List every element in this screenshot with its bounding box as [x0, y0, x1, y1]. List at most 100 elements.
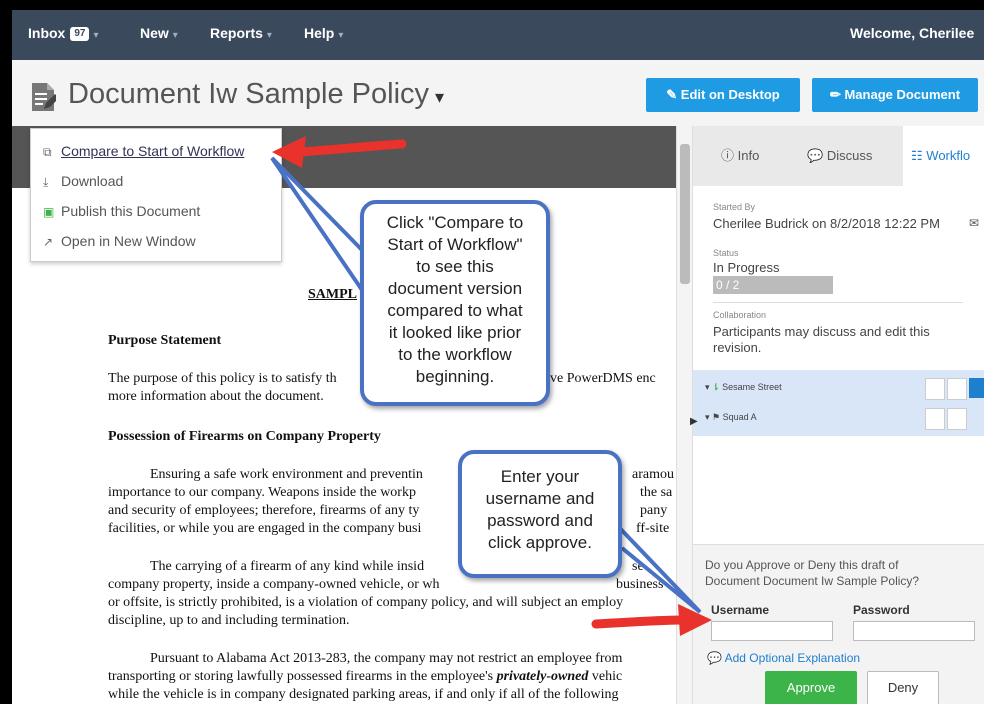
started-by-value: Cherilee Budrick on 8/2/2018 12:22 PM [713, 216, 940, 231]
tree-row-label: Sesame Street [722, 382, 782, 392]
add-explanation-link[interactable]: 💬 Add Optional Explanation [707, 651, 860, 665]
tree-row-sesame-street[interactable]: ▾ ⇂ Sesame Street [705, 382, 782, 393]
callout-line: to the workflow [398, 345, 512, 364]
doc-line: or offsite, is strictly prohibited, is a… [108, 595, 624, 610]
menu-download[interactable]: ⤓ Download [43, 173, 123, 190]
menu-publish[interactable]: ▣ Publish this Document [43, 203, 200, 219]
approver-slot[interactable] [925, 378, 945, 400]
doc-line: facilities, or while you are engaged in … [108, 521, 422, 536]
edit-icon: ✎ [666, 87, 678, 102]
collaboration-label: Collaboration [713, 310, 767, 320]
status-label: Status [713, 248, 739, 258]
doc-line: more information about the document. [108, 389, 324, 404]
workflow-icon: ☷ [911, 148, 923, 163]
document-viewer: ⧉ Compare to Start of Workflow ⤓ Download … [12, 126, 676, 704]
approver-slot-active[interactable] [969, 378, 984, 398]
external-link-icon: ↗ [43, 235, 54, 249]
chevron-down-icon: ▾ [338, 30, 344, 41]
edit-on-desktop-button[interactable]: ✎ Edit on Desktop [646, 78, 800, 112]
tab-info-label: Info [737, 148, 760, 163]
nav-new[interactable]: New ▾ [140, 10, 178, 60]
doc-line: company property, inside a company-owned… [108, 577, 440, 592]
callout-line: Click "Compare to [386, 213, 524, 232]
doc-line: sed [632, 559, 651, 574]
compare-icon: ⧉ [43, 145, 52, 159]
approver-slot[interactable] [925, 408, 945, 430]
doc-line: ve PowerDMS enc [550, 371, 656, 386]
callout-line: compared to what [387, 301, 523, 320]
caret-down-icon: ▾ [435, 87, 445, 107]
tree-row-squad-a[interactable]: ▾ ⚑ Squad A [705, 412, 757, 423]
document-header: Document Iw Sample Policy ▾ ✎ Edit on Des… [12, 60, 984, 126]
email-icon[interactable]: ✉ [969, 216, 979, 230]
group-icon: ⚑ [712, 412, 721, 422]
nav-reports[interactable]: Reports ▾ [210, 10, 272, 60]
tab-workflow[interactable]: ☷ Workflo [903, 126, 984, 186]
nav-welcome-user[interactable]: Welcome, Cherilee [850, 10, 974, 60]
divider [713, 302, 963, 303]
doc-span-emphasis: privately-owned [496, 669, 589, 684]
document-actions-menu: ⧉ Compare to Start of Workflow ⤓ Download … [30, 128, 282, 262]
menu-download-label: Download [61, 173, 124, 189]
right-panel: ⓘ Info 💬 Discuss ☷ Workflo Started By Ch… [692, 126, 984, 704]
menu-open-new-window[interactable]: ↗ Open in New Window [43, 233, 196, 249]
top-nav: Inbox 97 ▾ New ▾ Reports ▾ Help ▾ Welcome, Ch… [12, 10, 984, 60]
approval-form: Do you Approve or Deny this draft of Doc… [693, 544, 984, 704]
purpose-heading: Purpose Statement [108, 333, 222, 348]
manage-document-button[interactable]: ✏ Manage Document [812, 78, 978, 112]
scroll-thumb[interactable] [680, 144, 690, 284]
workflow-steps-tree: ▾ ⇂ Sesame Street ▾ ⚑ Squad A [693, 370, 984, 436]
page-title[interactable]: Document Iw Sample Policy ▾ [68, 78, 444, 111]
download-icon: ⤓ [43, 175, 49, 189]
callout-login-instructions: Enter your username and password and cli… [458, 450, 622, 578]
callout-line: Start of Workflow" [387, 235, 523, 254]
tab-info[interactable]: ⓘ Info [721, 126, 759, 186]
document-scrollbar[interactable] [676, 126, 693, 704]
collaboration-line: Participants may discuss and edit this [713, 324, 930, 339]
step-icon: ⇂ [712, 382, 720, 392]
callout-line: click approve. [488, 533, 592, 552]
tab-discuss[interactable]: 💬 Discuss [807, 126, 872, 186]
menu-publish-label: Publish this Document [61, 203, 201, 219]
callout-line: beginning. [415, 367, 495, 386]
doc-line: the sa [640, 485, 673, 500]
nav-help[interactable]: Help ▾ [304, 10, 343, 60]
status-value: In Progress [713, 260, 780, 275]
comments-icon: 💬 [807, 148, 824, 163]
doc-line: and security of employees; therefore, fi… [108, 503, 420, 518]
approver-slot[interactable] [947, 408, 967, 430]
started-by-label: Started By [713, 202, 756, 212]
document-edit-icon [32, 83, 56, 111]
approve-button[interactable]: Approve [765, 671, 857, 704]
menu-compare-label: Compare to Start of Workflow [61, 143, 245, 159]
nav-reports-label: Reports [210, 25, 263, 41]
doc-line: Pursuant to Alabama Act 2013-283, the co… [150, 651, 623, 666]
publish-icon: ▣ [43, 205, 55, 219]
nav-inbox[interactable]: Inbox 97 ▾ [28, 10, 99, 60]
doc-span: vehic [588, 669, 623, 684]
caret-down-icon: ▾ [705, 412, 710, 422]
doc-span: transporting or storing lawfully possess… [108, 669, 497, 684]
info-icon: ⓘ [721, 148, 735, 163]
add-explanation-label: Add Optional Explanation [724, 651, 861, 665]
doc-line: discipline, up to and including terminat… [108, 613, 350, 628]
doc-line: ff-site [636, 521, 670, 536]
menu-compare-to-start[interactable]: ⧉ Compare to Start of Workflow [43, 143, 244, 160]
document-heading: SAMPL [308, 287, 357, 302]
page-title-text: Document Iw Sample Policy [68, 78, 430, 110]
approval-question-line: Document Document Iw Sample Policy? [705, 574, 920, 588]
edit-on-desktop-label: Edit on Desktop [680, 87, 780, 102]
password-input[interactable] [853, 621, 975, 641]
chevron-down-icon: ▾ [93, 30, 99, 41]
manage-document-label: Manage Document [844, 87, 961, 102]
doc-line: The purpose of this policy is to satisfy… [108, 371, 337, 386]
deny-button[interactable]: Deny [867, 671, 939, 704]
approver-slot[interactable] [947, 378, 967, 400]
doc-line: business [616, 577, 664, 592]
callout-line: password and [487, 511, 593, 530]
panel-collapse-icon[interactable]: ▶ [690, 416, 698, 427]
username-input[interactable] [711, 621, 833, 641]
doc-line: importance to our company. Weapons insid… [108, 485, 416, 500]
pencil-icon: ✏ [829, 87, 841, 102]
caret-down-icon: ▾ [705, 382, 710, 392]
